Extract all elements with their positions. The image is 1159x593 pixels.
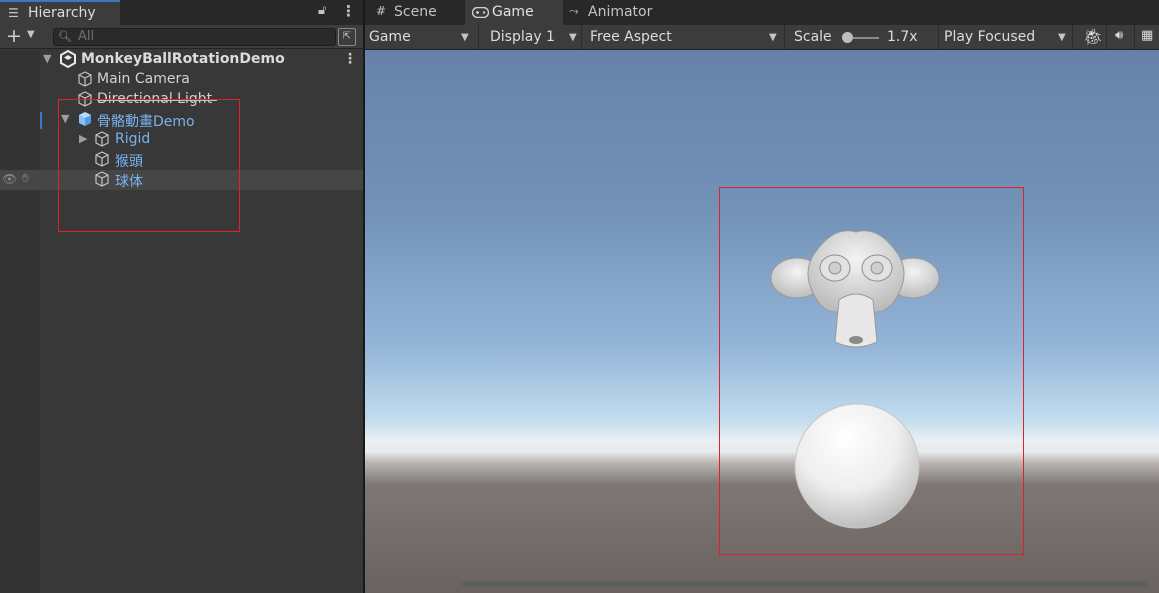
annotation-box — [58, 99, 240, 232]
aspect-value: Free Aspect — [590, 29, 672, 45]
scene-name: MonkeyBallRotationDemo — [81, 51, 285, 67]
game-tab-bar: # Scene Game ⤳ Animator — [365, 0, 1159, 25]
scale-slider-thumb[interactable] — [842, 32, 853, 43]
lock-icon[interactable]: 🔓︎ — [318, 3, 326, 18]
gamepad-icon — [472, 7, 489, 18]
search-input[interactable]: All — [53, 28, 336, 46]
hierarchy-item-main-camera[interactable]: Main Camera — [0, 70, 363, 90]
scene-menu-icon[interactable]: ⋮ — [343, 51, 357, 67]
list-icon: ☰ — [8, 6, 19, 20]
search-icon: 🔍︎ — [58, 30, 72, 43]
chevron-down-icon: ▼ — [461, 32, 469, 43]
hierarchy-toolbar: + ▼ All 🔍︎ ⇱ — [0, 25, 363, 49]
hierarchy-panel: ☰ Hierarchy 🔓︎ ⋮ + ▼ All 🔍︎ ⇱ ▼ MonkeyBa… — [0, 0, 363, 593]
gameobject-cube-icon — [78, 71, 92, 87]
expand-arrow-icon[interactable]: ▼ — [43, 52, 51, 65]
tab-animator[interactable]: ⤳ Animator — [565, 0, 675, 25]
speaker-icon: 🔊︎ — [1115, 28, 1124, 43]
play-mode-value: Play Focused — [944, 29, 1036, 45]
game-mode-value: Game — [369, 29, 411, 45]
stats-toggle[interactable]: ▦ — [1138, 25, 1159, 50]
animator-icon: ⤳ — [569, 4, 579, 18]
hierarchy-item-label: Main Camera — [97, 71, 190, 87]
chevron-down-icon: ▼ — [1058, 32, 1066, 43]
aspect-dropdown[interactable]: Free Aspect ▼ — [585, 25, 785, 50]
grid-icon: # — [376, 4, 387, 18]
panel-menu-icon[interactable]: ⋮ — [341, 2, 356, 20]
horizontal-scrollbar[interactable] — [462, 581, 1148, 587]
game-viewport[interactable] — [365, 50, 1159, 593]
search-mode-icon[interactable]: ⇱ — [338, 28, 356, 46]
tab-hierarchy[interactable]: ☰ Hierarchy — [0, 0, 120, 25]
visibility-eye-icon[interactable]: 👁︎ — [2, 172, 17, 186]
stats-grid-icon: ▦ — [1141, 28, 1154, 43]
display-value: Display 1 — [490, 29, 555, 45]
scale-control: Scale 1.7x — [789, 25, 939, 50]
tab-animator-label: Animator — [588, 4, 653, 20]
annotation-box — [719, 187, 1024, 555]
bug-icon: 🐞︎ — [1083, 27, 1104, 46]
hierarchy-tab-bar: ☰ Hierarchy 🔓︎ ⋮ — [0, 0, 363, 25]
tab-scene-label: Scene — [394, 4, 437, 20]
pickability-hand-icon[interactable]: ✋︎ — [22, 171, 29, 186]
game-panel: # Scene Game ⤳ Animator Game ▼ Display 1… — [365, 0, 1159, 593]
mute-audio-toggle[interactable]: 🔊︎ — [1111, 25, 1135, 50]
game-mode-dropdown[interactable]: Game ▼ — [365, 25, 479, 50]
scale-value: 1.7x — [887, 29, 918, 45]
scene-row[interactable]: ▼ MonkeyBallRotationDemo ⋮ — [0, 50, 363, 70]
chevron-down-icon[interactable]: ▼ — [27, 29, 35, 40]
gizmos-toggle[interactable]: 🐞︎ — [1077, 25, 1107, 50]
tab-game[interactable]: Game — [465, 0, 563, 25]
scale-label: Scale — [794, 29, 832, 45]
tab-scene[interactable]: # Scene — [365, 0, 463, 25]
play-mode-dropdown[interactable]: Play Focused ▼ — [940, 25, 1073, 50]
chevron-down-icon: ▼ — [769, 32, 777, 43]
unity-scene-icon — [60, 50, 76, 68]
tab-game-label: Game — [492, 4, 534, 20]
chevron-down-icon: ▼ — [569, 32, 577, 43]
display-dropdown[interactable]: Display 1 ▼ — [482, 25, 582, 50]
tab-hierarchy-label: Hierarchy — [28, 5, 96, 21]
game-toolbar: Game ▼ Display 1 ▼ Free Aspect ▼ Scale 1… — [365, 25, 1159, 50]
add-button[interactable]: + — [6, 25, 22, 47]
